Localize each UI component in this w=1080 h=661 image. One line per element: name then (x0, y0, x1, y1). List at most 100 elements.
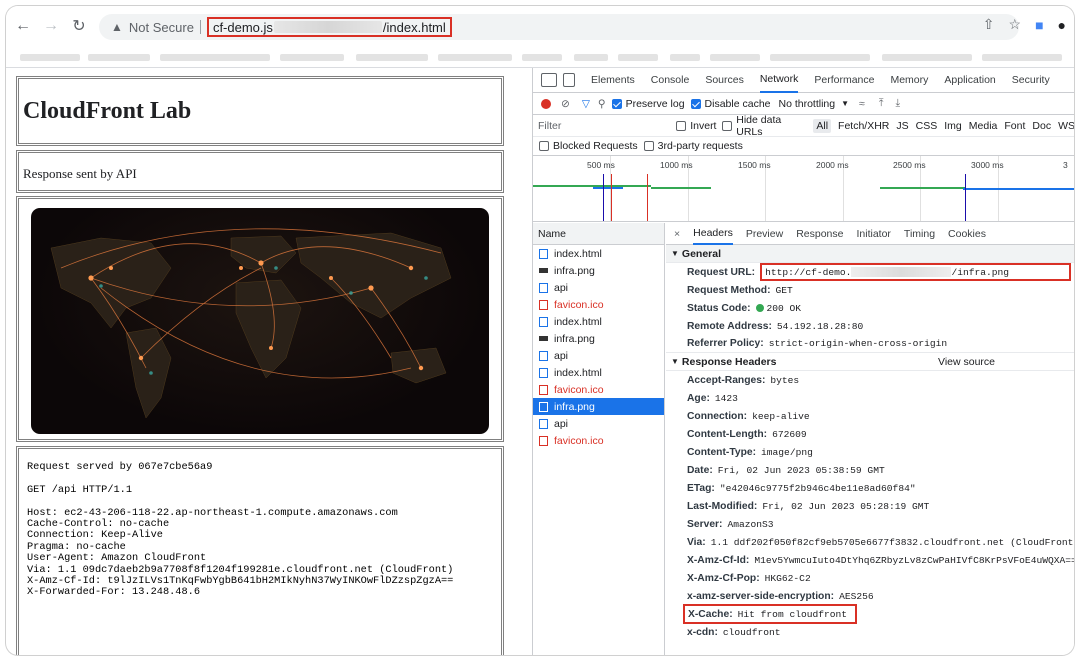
tab-elements[interactable]: Elements (591, 68, 635, 93)
bookmark-star-icon[interactable]: ☆ (1009, 16, 1022, 33)
header-key: Via: (687, 536, 706, 548)
tab-response[interactable]: Response (796, 223, 843, 245)
x-cache-highlight: X-Cache: Hit from cloudfront (683, 604, 858, 624)
tab-console[interactable]: Console (651, 68, 690, 93)
response-headers-section-header[interactable]: ▼ Response Headers View source (666, 353, 1074, 371)
filter-input[interactable]: Filter (538, 120, 664, 132)
bookmark-item[interactable] (160, 54, 270, 61)
request-row[interactable]: index.html (533, 245, 664, 262)
throttling-select[interactable]: No throttling (779, 98, 836, 110)
request-row[interactable]: favicon.ico (533, 432, 664, 449)
request-row[interactable]: favicon.ico (533, 296, 664, 313)
tab-cookies[interactable]: Cookies (948, 223, 986, 245)
bookmark-item[interactable] (280, 54, 344, 61)
tab-memory[interactable]: Memory (890, 68, 928, 93)
type-filter-css[interactable]: CSS (916, 120, 938, 132)
header-value: HKG62-C2 (764, 572, 811, 584)
reload-icon[interactable]: ↻ (68, 15, 90, 37)
bookmark-item[interactable] (982, 54, 1062, 61)
bookmark-item[interactable] (522, 54, 562, 61)
tab-performance[interactable]: Performance (814, 68, 874, 93)
export-har-icon[interactable]: ⤓ (895, 97, 900, 110)
timeline-tick: 3000 ms (971, 160, 1004, 170)
record-icon[interactable] (541, 98, 551, 109)
tab-network[interactable]: Network (759, 68, 799, 93)
type-filter-media[interactable]: Media (969, 120, 998, 132)
waterfall-bar (533, 185, 651, 187)
redacted-text (273, 21, 382, 33)
close-icon[interactable]: × (674, 228, 680, 240)
hide-data-urls-checkbox[interactable] (722, 120, 733, 131)
bookmark-item[interactable] (20, 54, 80, 61)
bookmark-item[interactable] (618, 54, 658, 61)
chevron-down-icon[interactable]: ▼ (841, 99, 849, 108)
url-highlight[interactable]: cf-demo.js /index.html (206, 17, 452, 37)
tab-security[interactable]: Security (1012, 68, 1050, 93)
tab-preview[interactable]: Preview (746, 223, 783, 245)
disable-cache-checkbox[interactable] (690, 98, 701, 109)
load-marker (611, 174, 612, 221)
clear-icon[interactable]: ⊘ (561, 98, 570, 110)
bookmark-item[interactable] (574, 54, 608, 61)
import-har-icon[interactable]: ⤒ (879, 97, 884, 110)
bookmark-item[interactable] (670, 54, 700, 61)
bookmark-item[interactable] (438, 54, 512, 61)
header-key: X-Cache: (688, 608, 733, 620)
request-url-end: /infra.png (951, 266, 1010, 278)
request-row[interactable]: infra.png (533, 398, 664, 415)
wifi-conditions-icon[interactable]: ≈ (859, 98, 865, 110)
bookmark-item[interactable] (882, 54, 972, 61)
back-icon[interactable]: ← (12, 15, 34, 37)
tab-headers[interactable]: Headers (693, 223, 733, 245)
header-value: 200 OK (766, 302, 802, 314)
profile-extension-icon[interactable]: ● (1058, 17, 1066, 33)
timeline-tick: 1500 ms (738, 160, 771, 170)
request-row[interactable]: index.html (533, 313, 664, 330)
request-row[interactable]: favicon.ico (533, 381, 664, 398)
request-details: × Headers Preview Response Initiator Tim… (666, 223, 1074, 655)
preserve-log-checkbox[interactable] (611, 98, 622, 109)
inspect-element-icon[interactable] (541, 73, 557, 87)
request-row[interactable]: api (533, 347, 664, 364)
type-filter-doc[interactable]: Doc (1032, 120, 1051, 132)
device-toolbar-icon[interactable] (563, 73, 575, 87)
type-filter-fetch[interactable]: Fetch/XHR (838, 120, 889, 132)
tab-application[interactable]: Application (944, 68, 995, 93)
tab-initiator[interactable]: Initiator (856, 223, 890, 245)
name-column-header[interactable]: Name (533, 223, 664, 245)
type-filter-font[interactable]: Font (1004, 120, 1025, 132)
bookmark-item[interactable] (88, 54, 150, 61)
request-row[interactable]: index.html (533, 364, 664, 381)
request-row[interactable]: infra.png (533, 330, 664, 347)
third-party-checkbox[interactable] (643, 141, 654, 151)
browser-window: ← → ↻ ▲ Not Secure cf-demo.js /index.htm… (6, 6, 1074, 655)
type-filter-ws[interactable]: WS (1058, 120, 1074, 132)
filter-icon[interactable]: ▽ (582, 98, 590, 110)
dom-content-marker (603, 174, 604, 221)
blocked-requests-checkbox[interactable] (539, 141, 549, 151)
bookmark-item[interactable] (356, 54, 428, 61)
response-header-row: Age: 1423 (666, 389, 1074, 407)
search-icon[interactable]: ⚲ (598, 98, 606, 110)
tab-timing[interactable]: Timing (904, 223, 935, 245)
general-section-header[interactable]: ▼ General (666, 245, 1074, 263)
request-row[interactable]: api (533, 415, 664, 432)
forward-icon[interactable]: → (40, 15, 62, 37)
bookmark-item[interactable] (710, 54, 760, 61)
type-filter-img[interactable]: Img (944, 120, 962, 132)
view-source-link[interactable]: View source (938, 356, 995, 368)
toolbar-icons: ⇧ ☆ ■ ● (983, 16, 1066, 33)
address-bar[interactable]: ▲ Not Secure cf-demo.js /index.html (99, 14, 1019, 40)
share-icon[interactable]: ⇧ (983, 16, 995, 33)
invert-checkbox[interactable] (676, 120, 687, 131)
bookmark-item[interactable] (770, 54, 870, 61)
type-filter-js[interactable]: JS (896, 120, 908, 132)
header-key: Accept-Ranges: (687, 374, 766, 386)
response-header-row: Via: 1.1 ddf202f050f82cf9eb5705e6677f3832… (666, 533, 1074, 551)
request-row[interactable]: infra.png (533, 262, 664, 279)
request-row[interactable]: api (533, 279, 664, 296)
network-overview: 500 ms 1000 ms 1500 ms 2000 ms 2500 ms 3… (533, 156, 1074, 222)
translate-extension-icon[interactable]: ■ (1035, 17, 1043, 33)
type-filter-all[interactable]: All (813, 118, 832, 133)
tab-sources[interactable]: Sources (705, 68, 744, 93)
